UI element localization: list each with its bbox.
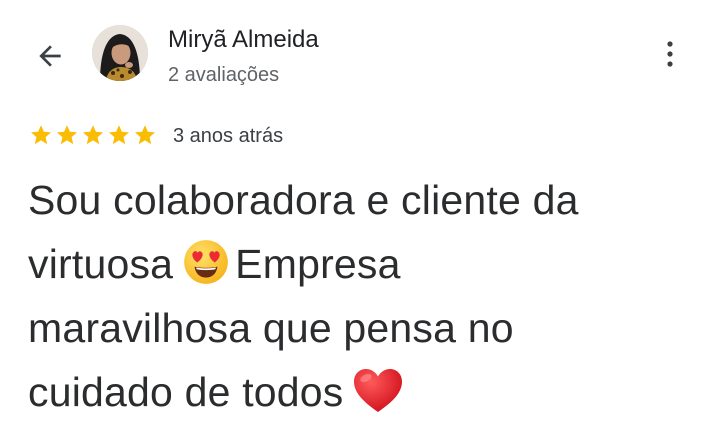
review-text-fragment: cuidado de todos	[28, 369, 344, 415]
review-text-line: Sou colaboradora e cliente da	[28, 177, 579, 223]
star-icon	[135, 125, 155, 145]
star-icon	[57, 125, 77, 145]
review-text-line: virtuosa Empresa	[28, 232, 708, 296]
arrow-back-icon	[39, 45, 61, 67]
star-icon	[109, 125, 129, 145]
review-text-fragment: Empresa	[235, 241, 401, 287]
avatar[interactable]	[92, 25, 148, 81]
review-count: 2 avaliações	[168, 64, 280, 86]
star-icon	[83, 125, 103, 145]
more-vert-icon	[667, 41, 673, 67]
review-text: Sou colaboradora e cliente da virtuosa E…	[28, 168, 708, 424]
more-options-button[interactable]	[652, 34, 688, 74]
profile-photo	[92, 25, 148, 81]
star-icon	[31, 125, 51, 145]
review-text-line: cuidado de todos	[28, 360, 708, 424]
review-text-fragment: virtuosa	[28, 241, 174, 287]
reviewer-name[interactable]: Miryã Almeida	[168, 26, 319, 54]
smiling-face-with-heart-eyes-icon	[181, 237, 231, 305]
back-button[interactable]	[30, 36, 70, 76]
rating-stars	[28, 123, 158, 147]
review-text-line: maravilhosa que pensa no	[28, 305, 514, 351]
review-time: 3 anos atrás	[173, 125, 284, 147]
red-heart-icon	[352, 367, 404, 433]
